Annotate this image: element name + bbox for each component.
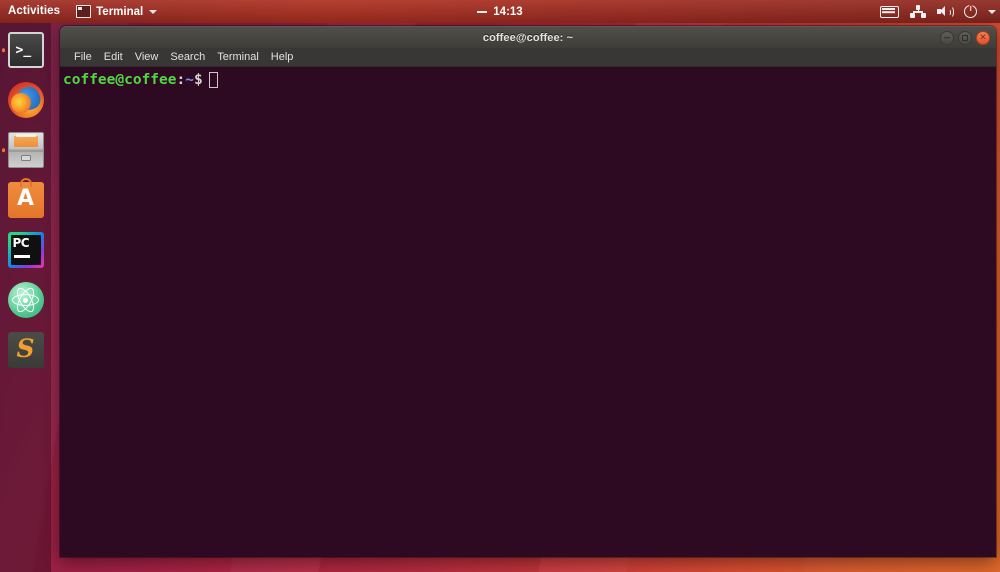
sublime-glyph: S [16, 334, 35, 363]
terminal-icon [76, 5, 92, 18]
dock-item-terminal[interactable]: >_ [0, 25, 51, 75]
minimize-button[interactable] [940, 30, 954, 45]
dock: >_ A PC S [0, 23, 51, 572]
network-icon[interactable] [910, 5, 926, 18]
terminal-output-area[interactable]: coffee@coffee : ~ $ [60, 67, 996, 557]
chevron-down-icon[interactable] [988, 9, 996, 14]
menu-item-view[interactable]: View [129, 48, 165, 67]
dock-item-sublime-text[interactable]: S [0, 325, 51, 375]
dock-item-pycharm[interactable]: PC [0, 225, 51, 275]
dock-item-ubuntu-software[interactable]: A [0, 175, 51, 225]
firefox-icon [7, 82, 44, 118]
prompt-symbol: $ [193, 72, 203, 88]
prompt-colon: : [176, 72, 186, 88]
window-controls: × [940, 30, 990, 45]
files-icon [7, 132, 44, 168]
close-icon: × [979, 32, 987, 42]
close-button[interactable]: × [976, 30, 990, 45]
menu-bar[interactable]: File Edit View Search Terminal Help [60, 48, 996, 67]
pycharm-glyph: PC [12, 236, 30, 250]
app-menu-label: Terminal [96, 5, 144, 18]
window-title: coffee@coffee: ~ [482, 31, 574, 44]
atom-icon [7, 282, 44, 318]
dock-item-atom[interactable] [0, 275, 51, 325]
running-indicator-dot [1, 148, 5, 152]
terminal-window[interactable]: coffee@coffee: ~ × File Edit View Search… [60, 26, 996, 557]
terminal-prompt-line: coffee@coffee : ~ $ [62, 71, 996, 89]
system-indicators[interactable] [880, 0, 996, 23]
running-indicator-dot [1, 48, 5, 52]
top-bar-left-group: Activities Terminal [0, 0, 163, 23]
desktop: Activities Terminal 14:13 >_ A PC S coff… [0, 0, 1000, 572]
prompt-path: ~ [185, 72, 194, 88]
menu-item-file[interactable]: File [68, 48, 98, 67]
volume-icon[interactable] [937, 5, 954, 18]
menu-item-terminal[interactable]: Terminal [211, 48, 265, 67]
app-menu-button[interactable]: Terminal [70, 0, 163, 23]
prompt-user-host: coffee@coffee [63, 72, 177, 88]
keyboard-icon[interactable] [880, 5, 899, 18]
top-bar: Activities Terminal 14:13 [0, 0, 1000, 23]
terminal-icon: >_ [7, 32, 44, 68]
dock-item-files[interactable] [0, 125, 51, 175]
activities-button[interactable]: Activities [0, 0, 70, 23]
maximize-button[interactable] [958, 30, 972, 45]
menu-item-edit[interactable]: Edit [98, 48, 129, 67]
dock-item-firefox[interactable] [0, 75, 51, 125]
chevron-down-icon [149, 9, 158, 14]
ubuntu-software-icon: A [7, 178, 44, 218]
menu-item-help[interactable]: Help [265, 48, 300, 67]
pycharm-icon: PC [7, 232, 44, 268]
text-cursor[interactable] [208, 72, 218, 88]
ubuntu-software-glyph: A [16, 186, 35, 211]
title-bar[interactable]: coffee@coffee: ~ × [60, 26, 996, 48]
sublime-text-icon: S [7, 332, 44, 368]
power-icon[interactable] [964, 5, 977, 18]
menu-item-search[interactable]: Search [164, 48, 211, 67]
